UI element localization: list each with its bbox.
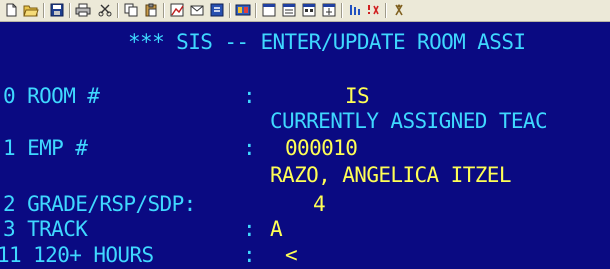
screen-title: *** SIS -- ENTER/UPDATE ROOM ASSI <box>0 30 526 54</box>
keyboard-icon[interactable] <box>300 2 318 18</box>
hours-label: 11 120+ HOURS <box>0 243 154 267</box>
toolbar-separator <box>341 3 343 18</box>
toolbar-separator <box>69 3 71 18</box>
session-icon[interactable] <box>260 2 278 18</box>
assigned-header-row: CURRENTLY ASSIGNED TEAC <box>0 109 548 133</box>
screen-title-text: *** SIS -- ENTER/UPDATE ROOM ASSI <box>128 30 526 54</box>
toolbar-separator <box>43 3 45 18</box>
track-value[interactable]: A <box>270 217 283 241</box>
chart-icon[interactable] <box>168 2 186 18</box>
terminal-screen[interactable]: *** SIS -- ENTER/UPDATE ROOM ASSI 0 ROOM… <box>0 22 610 269</box>
hours-value[interactable]: < <box>285 243 298 267</box>
room-value[interactable]: IS <box>345 84 370 108</box>
disconnect-icon[interactable] <box>364 2 382 18</box>
grade-value[interactable]: 4 <box>313 192 326 216</box>
grade-row: 2 GRADE/RSP/SDP: 4 <box>0 192 326 216</box>
help-icon[interactable] <box>390 2 408 18</box>
emp-label: 1 EMP # <box>3 136 88 160</box>
macro-icon[interactable] <box>234 2 252 18</box>
send-icon[interactable] <box>188 2 206 18</box>
display-icon[interactable] <box>280 2 298 18</box>
teacher-name: RAZO, ANGELICA ITZEL <box>270 163 511 187</box>
receive-icon[interactable] <box>208 2 226 18</box>
emp-colon: : <box>243 136 256 160</box>
new-icon[interactable] <box>2 2 20 18</box>
track-label: 3 TRACK <box>3 217 88 241</box>
toolbar-separator <box>255 3 257 18</box>
toolbar-separator <box>385 3 387 18</box>
emp-value[interactable]: 000010 <box>285 136 358 160</box>
teacher-name-row: RAZO, ANGELICA ITZEL <box>0 163 511 187</box>
copy-icon[interactable] <box>122 2 140 18</box>
open-folder-icon[interactable] <box>22 2 40 18</box>
toolbar <box>0 0 610 22</box>
print-icon[interactable] <box>74 2 92 18</box>
cut-icon[interactable] <box>96 2 114 18</box>
hours-colon: : <box>243 243 256 267</box>
paste-icon[interactable] <box>142 2 160 18</box>
hours-row: 11 120+ HOURS : < <box>0 243 298 267</box>
assigned-header: CURRENTLY ASSIGNED TEAC <box>270 109 548 133</box>
track-row: 3 TRACK : A <box>0 217 283 241</box>
toolbar-separator <box>117 3 119 18</box>
toolbar-separator <box>229 3 231 18</box>
toolbar-separator <box>163 3 165 18</box>
room-colon: : <box>243 84 256 108</box>
grade-label: 2 GRADE/RSP/SDP: <box>3 192 196 216</box>
emp-row: 1 EMP # : 000010 <box>0 136 358 160</box>
save-icon[interactable] <box>48 2 66 18</box>
room-label: 0 ROOM # <box>3 84 100 108</box>
transfer-icon[interactable] <box>346 2 364 18</box>
track-colon: : <box>243 217 256 241</box>
room-row: 0 ROOM # : IS <box>0 84 370 108</box>
printer-setup-icon[interactable] <box>320 2 338 18</box>
